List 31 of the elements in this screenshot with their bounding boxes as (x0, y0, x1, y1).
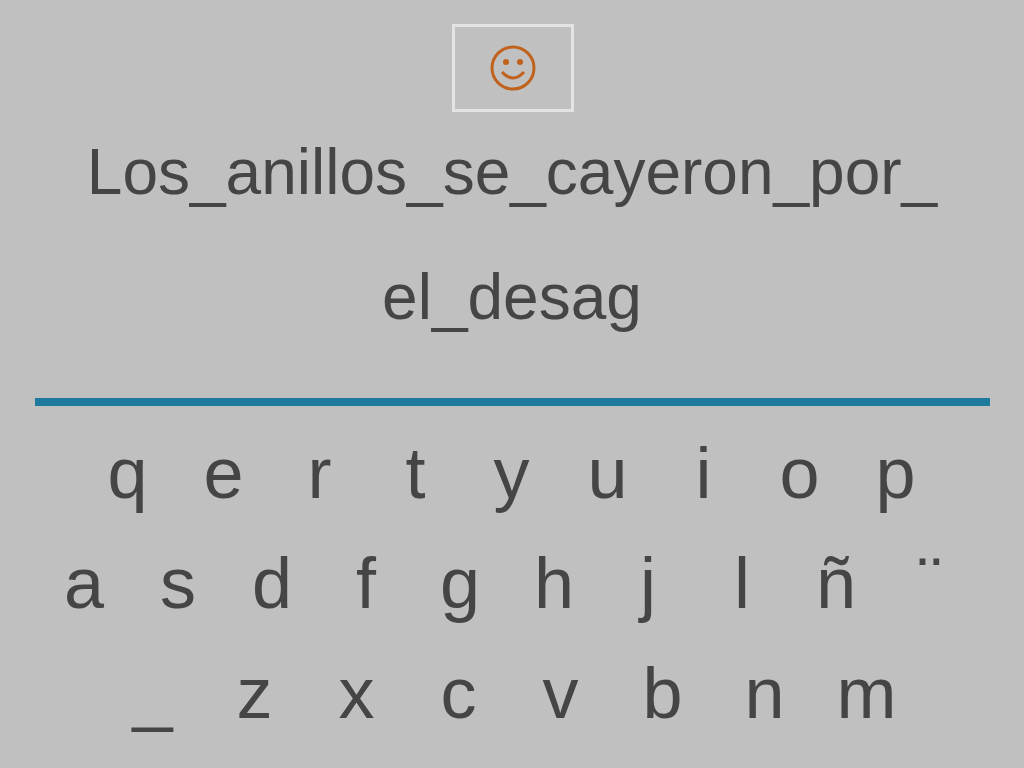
letter-key[interactable]: q (87, 423, 168, 523)
letter-key[interactable]: j (608, 533, 688, 633)
letter-key[interactable]: z (214, 643, 295, 743)
letter-key[interactable]: o (759, 423, 840, 523)
hint-button[interactable] (452, 24, 574, 112)
letter-key[interactable]: t (375, 423, 456, 523)
letter-key[interactable]: u (567, 423, 648, 523)
phrase-text: el_desag (382, 260, 642, 335)
phrase-text: Los_anillos_se_cayeron_por_ (86, 135, 938, 210)
letter-key[interactable]: g (420, 533, 500, 633)
letter-key[interactable]: ñ (796, 533, 876, 633)
letter-key[interactable]: x (316, 643, 397, 743)
letter-key[interactable]: h (514, 533, 594, 633)
letter-key[interactable]: b (622, 643, 703, 743)
letter-key[interactable]: ¨ (890, 533, 970, 633)
letter-key[interactable]: e (183, 423, 264, 523)
letter-key[interactable]: r (279, 423, 360, 523)
letter-key[interactable]: d (232, 533, 312, 633)
letter-key[interactable]: _ (112, 643, 193, 743)
letter-key[interactable]: i (663, 423, 744, 523)
letter-key[interactable]: f (326, 533, 406, 633)
letter-key[interactable]: v (520, 643, 601, 743)
letter-key[interactable]: c (418, 643, 499, 743)
letter-key[interactable]: l (702, 533, 782, 633)
letter-key[interactable]: n (724, 643, 805, 743)
letter-key[interactable]: p (855, 423, 936, 523)
letter-key[interactable]: s (138, 533, 218, 633)
letter-key[interactable]: m (826, 643, 907, 743)
letter-key[interactable]: y (471, 423, 552, 523)
smiley-icon (489, 44, 537, 92)
letter-key[interactable]: a (44, 533, 124, 633)
